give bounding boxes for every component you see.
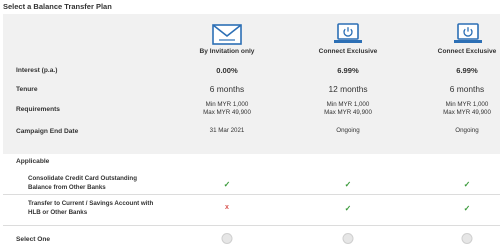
campaign-end-date-value: 31 Mar 2021: [209, 127, 245, 134]
laptop-power-icon: [334, 23, 362, 43]
plan-name: By Invitation only: [199, 48, 255, 55]
requirements-label: Requirements: [16, 106, 60, 113]
consolidate-label: Consolidate Credit Card Outstanding Bala…: [28, 174, 137, 192]
tenure-value: 6 months: [209, 84, 245, 94]
laptop-power-icon: [454, 23, 482, 43]
applicable-heading: Applicable: [16, 158, 50, 165]
plan-radio-button[interactable]: [221, 233, 233, 244]
check-icon: ✓: [463, 180, 471, 189]
select-one-label: Select One: [16, 236, 51, 243]
check-icon: ✓: [223, 180, 231, 189]
row-divider: [3, 194, 500, 195]
consolidate-label-line: Balance from Other Banks: [28, 184, 106, 191]
interest-value: 6.99%: [337, 66, 359, 75]
row-divider: [3, 225, 500, 226]
requirement-min: Min MYR 1,000: [445, 101, 489, 108]
check-icon: ✓: [344, 180, 352, 189]
tenure-value: 6 months: [449, 84, 485, 94]
plan-name: Connect Exclusive: [437, 48, 497, 55]
transfer-label-line: Transfer to Current / Savings Account wi…: [28, 200, 154, 207]
requirement-max: Max MYR 49,900: [203, 109, 251, 116]
campaign-end-date-label: Campaign End Date: [16, 128, 79, 135]
requirement-min: Min MYR 1,000: [326, 101, 370, 108]
requirement-min: Min MYR 1,000: [205, 101, 249, 108]
transfer-label: Transfer to Current / Savings Account wi…: [28, 199, 153, 217]
interest-label: Interest (p.a.): [16, 67, 58, 74]
envelope-icon: [212, 24, 242, 45]
cross-icon: x: [225, 204, 229, 211]
campaign-end-date-value: Ongoing: [455, 127, 479, 134]
transfer-label-line: HLB or Other Banks: [28, 209, 88, 216]
plan-radio-button[interactable]: [461, 233, 473, 244]
check-icon: ✓: [463, 204, 471, 213]
tenure-label: Tenure: [16, 86, 38, 93]
interest-value: 6.99%: [456, 66, 478, 75]
plan-radio-button[interactable]: [342, 233, 354, 244]
interest-value: 0.00%: [216, 66, 238, 75]
requirement-max: Max MYR 49,900: [443, 109, 491, 116]
page-title: Select a Balance Transfer Plan: [3, 2, 112, 11]
tenure-value: 12 months: [328, 84, 368, 94]
campaign-end-date-value: Ongoing: [336, 127, 360, 134]
requirement-max: Max MYR 49,900: [324, 109, 372, 116]
check-icon: ✓: [344, 204, 352, 213]
balance-transfer-plan-selector: Select a Balance Transfer Plan By Invita…: [0, 0, 500, 250]
plan-name: Connect Exclusive: [318, 48, 378, 55]
consolidate-label-line: Consolidate Credit Card Outstanding: [28, 175, 137, 182]
